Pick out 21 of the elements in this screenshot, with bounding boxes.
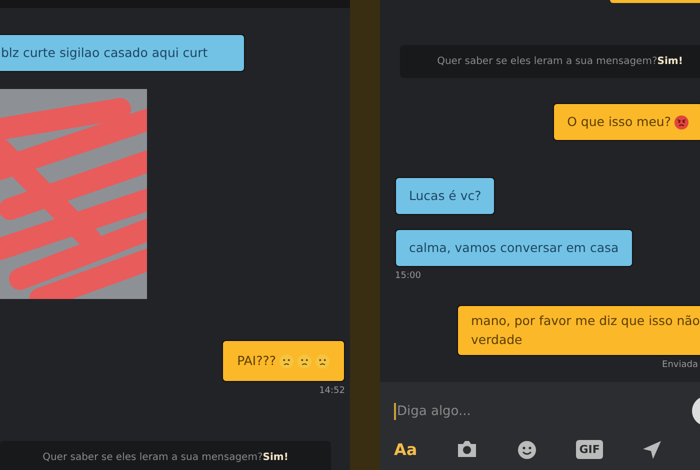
camera-icon[interactable] — [456, 440, 478, 458]
location-arrow-icon[interactable] — [642, 440, 662, 460]
gif-button[interactable]: GIF — [576, 440, 603, 459]
read-receipt-banner: Quer saber se eles leram a sua mensagem?Sim! — [400, 45, 700, 78]
message-time: 14:52 — [319, 386, 345, 396]
received-message: Lucas é vc? — [395, 177, 496, 216]
sent-message: O que isso meu? — [553, 103, 700, 142]
received-message: calma, vamos conversar em casa — [395, 229, 633, 268]
message-input[interactable]: Diga algo... — [394, 402, 692, 420]
sent-message: PAI??? — [222, 340, 345, 382]
delivery-status: Enviada — [662, 360, 698, 370]
worried-face-icon — [315, 354, 330, 369]
worried-face-icon — [297, 354, 312, 369]
worried-face-icon — [279, 354, 294, 369]
smiley-icon[interactable] — [517, 440, 538, 460]
sent-message: mano, por favor me diz que isso não verdade — [457, 305, 700, 356]
message-time: 15:00 — [395, 271, 422, 282]
text-format-button[interactable]: Aa — [394, 440, 418, 459]
read-receipt-banner: Quer saber se eles leram a sua mensagem?Sim! — [0, 441, 331, 470]
angry-face-icon — [674, 114, 689, 130]
received-message: blz curte sigilao casado aqui curt — [0, 34, 245, 72]
